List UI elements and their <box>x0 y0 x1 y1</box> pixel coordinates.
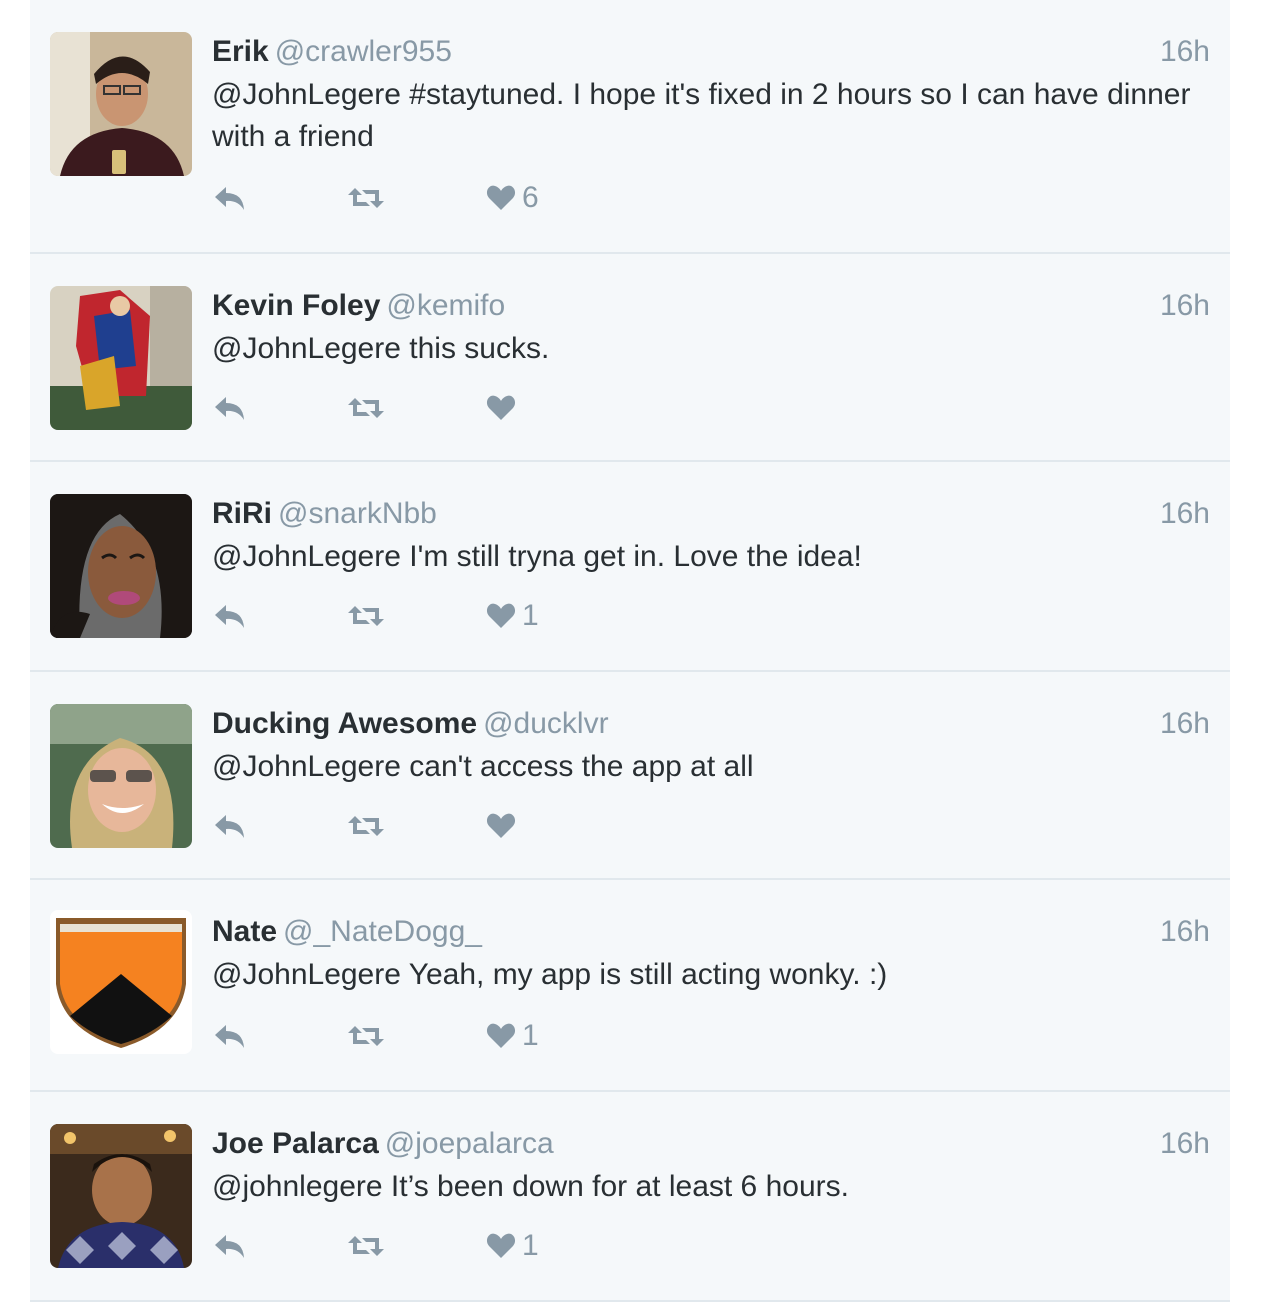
avatar[interactable] <box>50 704 192 848</box>
user-name[interactable]: Ducking Awesome <box>212 707 477 740</box>
reply-button[interactable] <box>212 1018 248 1054</box>
timestamp[interactable]: 16h <box>1160 706 1210 742</box>
like-count: 1 <box>522 1229 539 1262</box>
reply-icon <box>215 187 244 210</box>
retweet-button[interactable] <box>346 1018 386 1054</box>
tweet-text: @JohnLegere I'm still tryna get in. Love… <box>212 540 862 573</box>
tweet-header: Ducking Awesome @ducklvr 16h <box>212 706 1210 742</box>
user-name[interactable]: Kevin Foley <box>212 289 380 322</box>
shield-icon <box>50 910 192 1054</box>
retweet-button[interactable] <box>346 598 386 634</box>
like-button[interactable]: 6 <box>486 180 539 216</box>
user-handle[interactable]: @kemifo <box>386 289 505 322</box>
retweet-icon <box>348 606 384 626</box>
avatar[interactable] <box>50 32 192 176</box>
tweet[interactable]: Erik @crawler955 16h @JohnLegere #staytun… <box>30 0 1230 254</box>
timestamp[interactable]: 16h <box>1160 1126 1210 1162</box>
avatar-photo-icon <box>50 1124 192 1268</box>
tweet-actions: 6 <box>212 180 612 216</box>
like-button[interactable] <box>486 808 522 844</box>
retweet-icon <box>348 816 384 836</box>
like-count: 1 <box>522 1019 539 1052</box>
user-handle[interactable]: @joepalarca <box>385 1127 554 1160</box>
reply-icon <box>215 605 244 628</box>
retweet-icon <box>348 398 384 418</box>
tweet-timeline: Erik @crawler955 16h @JohnLegere #staytun… <box>30 0 1230 1302</box>
retweet-button[interactable] <box>346 390 386 426</box>
tweet-actions <box>212 390 612 426</box>
avatar-photo-icon <box>50 704 192 848</box>
reply-button[interactable] <box>212 808 248 844</box>
user-name[interactable]: Nate <box>212 915 277 948</box>
tweet-text: @JohnLegere can't access the app at all <box>212 750 754 783</box>
timestamp[interactable]: 16h <box>1160 34 1210 70</box>
timestamp[interactable]: 16h <box>1160 496 1210 532</box>
reply-icon <box>215 397 244 420</box>
user-handle[interactable]: @ducklvr <box>483 707 608 740</box>
retweet-icon <box>348 1026 384 1046</box>
timestamp[interactable]: 16h <box>1160 288 1210 324</box>
heart-icon <box>486 813 516 838</box>
avatar[interactable] <box>50 910 192 1054</box>
user-handle[interactable]: @_NateDogg_ <box>283 915 482 948</box>
tweet-actions <box>212 808 612 844</box>
reply-button[interactable] <box>212 390 248 426</box>
user-name[interactable]: RiRi <box>212 497 272 530</box>
avatar[interactable] <box>50 1124 192 1268</box>
reply-button[interactable] <box>212 598 248 634</box>
tweet-actions: 1 <box>212 1018 612 1054</box>
user-handle[interactable]: @snarkNbb <box>278 497 437 530</box>
tweet-text: @JohnLegere #staytuned. I hope it's fixe… <box>212 78 1191 153</box>
retweet-icon <box>348 1236 384 1256</box>
tweet[interactable]: Kevin Foley @kemifo 16h @JohnLegere this … <box>30 254 1230 462</box>
avatar[interactable] <box>50 286 192 430</box>
retweet-button[interactable] <box>346 808 386 844</box>
heart-icon <box>486 603 516 628</box>
heart-icon <box>486 185 516 210</box>
reply-icon <box>215 1025 244 1048</box>
heart-icon <box>486 1233 516 1258</box>
reply-icon <box>215 1235 244 1258</box>
avatar-photo-icon <box>50 286 192 430</box>
like-count: 6 <box>522 181 539 214</box>
user-name[interactable]: Erik <box>212 35 269 68</box>
retweet-icon <box>348 188 384 208</box>
like-button[interactable] <box>486 390 522 426</box>
tweet[interactable]: Ducking Awesome @ducklvr 16h @JohnLegere … <box>30 672 1230 880</box>
like-button[interactable]: 1 <box>486 1018 539 1054</box>
tweet-text: @JohnLegere Yeah, my app is still acting… <box>212 958 888 991</box>
tweet[interactable]: Nate @_NateDogg_ 16h @JohnLegere Yeah, my… <box>30 880 1230 1092</box>
retweet-button[interactable] <box>346 180 386 216</box>
like-button[interactable]: 1 <box>486 1228 539 1264</box>
avatar-illustration-icon <box>50 494 192 638</box>
like-button[interactable]: 1 <box>486 598 539 634</box>
reply-button[interactable] <box>212 180 248 216</box>
tweet[interactable]: RiRi @snarkNbb 16h @JohnLegere I'm still … <box>30 462 1230 672</box>
user-name[interactable]: Joe Palarca <box>212 1127 379 1160</box>
tweet-header: RiRi @snarkNbb 16h <box>212 496 1210 532</box>
reply-icon <box>215 815 244 838</box>
user-handle[interactable]: @crawler955 <box>275 35 452 68</box>
tweet-header: Nate @_NateDogg_ 16h <box>212 914 1210 950</box>
tweet-header: Kevin Foley @kemifo 16h <box>212 288 1210 324</box>
tweet-text: @johnlegere It’s been down for at least … <box>212 1170 849 1203</box>
reply-button[interactable] <box>212 1228 248 1264</box>
heart-icon <box>486 395 516 420</box>
like-count: 1 <box>522 599 539 632</box>
tweet[interactable]: Joe Palarca @joepalarca 16h @johnlegere I… <box>30 1092 1230 1302</box>
avatar-photo-icon <box>50 32 192 176</box>
timestamp[interactable]: 16h <box>1160 914 1210 950</box>
tweet-actions: 1 <box>212 598 612 634</box>
tweet-actions: 1 <box>212 1228 612 1264</box>
avatar[interactable] <box>50 494 192 638</box>
heart-icon <box>486 1023 516 1048</box>
tweet-header: Joe Palarca @joepalarca 16h <box>212 1126 1210 1162</box>
retweet-button[interactable] <box>346 1228 386 1264</box>
tweet-header: Erik @crawler955 16h <box>212 34 1210 70</box>
tweet-text: @JohnLegere this sucks. <box>212 332 550 365</box>
